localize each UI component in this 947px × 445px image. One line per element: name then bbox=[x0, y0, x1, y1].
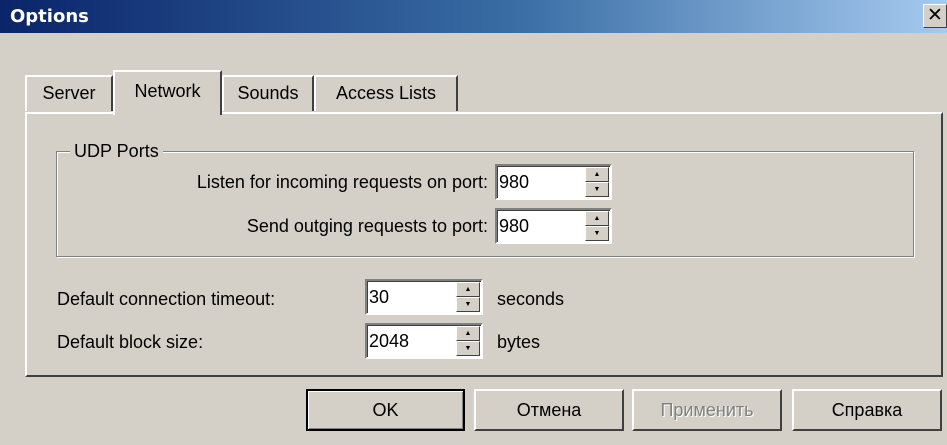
block-size-unit-label: bytes bbox=[497, 332, 541, 352]
timeout-stepper[interactable]: ▲ ▼ bbox=[365, 279, 483, 315]
listen-port-input[interactable] bbox=[499, 169, 571, 195]
block-size-input[interactable] bbox=[369, 328, 441, 354]
timeout-label: Default connection timeout: bbox=[57, 289, 276, 309]
timeout-unit-label: seconds bbox=[497, 289, 565, 309]
spin-down-icon: ▼ bbox=[593, 186, 601, 193]
cancel-button[interactable]: Отмена bbox=[474, 389, 624, 431]
listen-port-down-button[interactable]: ▼ bbox=[585, 182, 609, 197]
send-port-label: Send outging requests to port: bbox=[246, 216, 488, 236]
block-size-label: Default block size: bbox=[57, 332, 204, 352]
block-size-up-button[interactable]: ▲ bbox=[456, 326, 480, 341]
timeout-input[interactable] bbox=[369, 284, 441, 310]
window-title: Options bbox=[10, 6, 89, 27]
close-button[interactable]: ✕ bbox=[923, 4, 947, 28]
spin-down-icon: ▼ bbox=[464, 345, 472, 352]
timeout-up-button[interactable]: ▲ bbox=[456, 282, 480, 297]
tab-access-lists[interactable]: Access Lists bbox=[314, 75, 458, 111]
send-port-up-button[interactable]: ▲ bbox=[585, 211, 609, 226]
tab-sounds[interactable]: Sounds bbox=[222, 75, 314, 111]
spin-up-icon: ▲ bbox=[593, 171, 601, 178]
options-dialog: Options ✕ Server Network Sounds Access L… bbox=[0, 0, 947, 445]
send-port-input[interactable] bbox=[499, 213, 571, 239]
ok-button[interactable]: OK bbox=[306, 389, 465, 431]
title-bar[interactable]: Options ✕ bbox=[0, 0, 947, 33]
spin-down-icon: ▼ bbox=[593, 230, 601, 237]
spin-down-icon: ▼ bbox=[464, 301, 472, 308]
spin-up-icon: ▲ bbox=[593, 215, 601, 222]
listen-port-up-button[interactable]: ▲ bbox=[585, 167, 609, 182]
timeout-down-button[interactable]: ▼ bbox=[456, 297, 480, 312]
udp-ports-group-title: UDP Ports bbox=[70, 141, 163, 161]
block-size-stepper[interactable]: ▲ ▼ bbox=[365, 323, 483, 359]
tab-server[interactable]: Server bbox=[25, 75, 113, 111]
block-size-down-button[interactable]: ▼ bbox=[456, 341, 480, 356]
udp-ports-groupbox bbox=[56, 151, 914, 257]
help-button[interactable]: Справка bbox=[792, 389, 942, 431]
apply-button[interactable]: Применить bbox=[632, 389, 782, 431]
send-port-stepper[interactable]: ▲ ▼ bbox=[495, 208, 612, 244]
listen-port-stepper[interactable]: ▲ ▼ bbox=[495, 164, 612, 200]
listen-port-label: Listen for incoming requests on port: bbox=[196, 172, 488, 192]
close-icon: ✕ bbox=[927, 4, 943, 26]
send-port-down-button[interactable]: ▼ bbox=[585, 226, 609, 241]
spin-up-icon: ▲ bbox=[464, 286, 472, 293]
tab-network[interactable]: Network bbox=[113, 70, 222, 115]
spin-up-icon: ▲ bbox=[464, 330, 472, 337]
